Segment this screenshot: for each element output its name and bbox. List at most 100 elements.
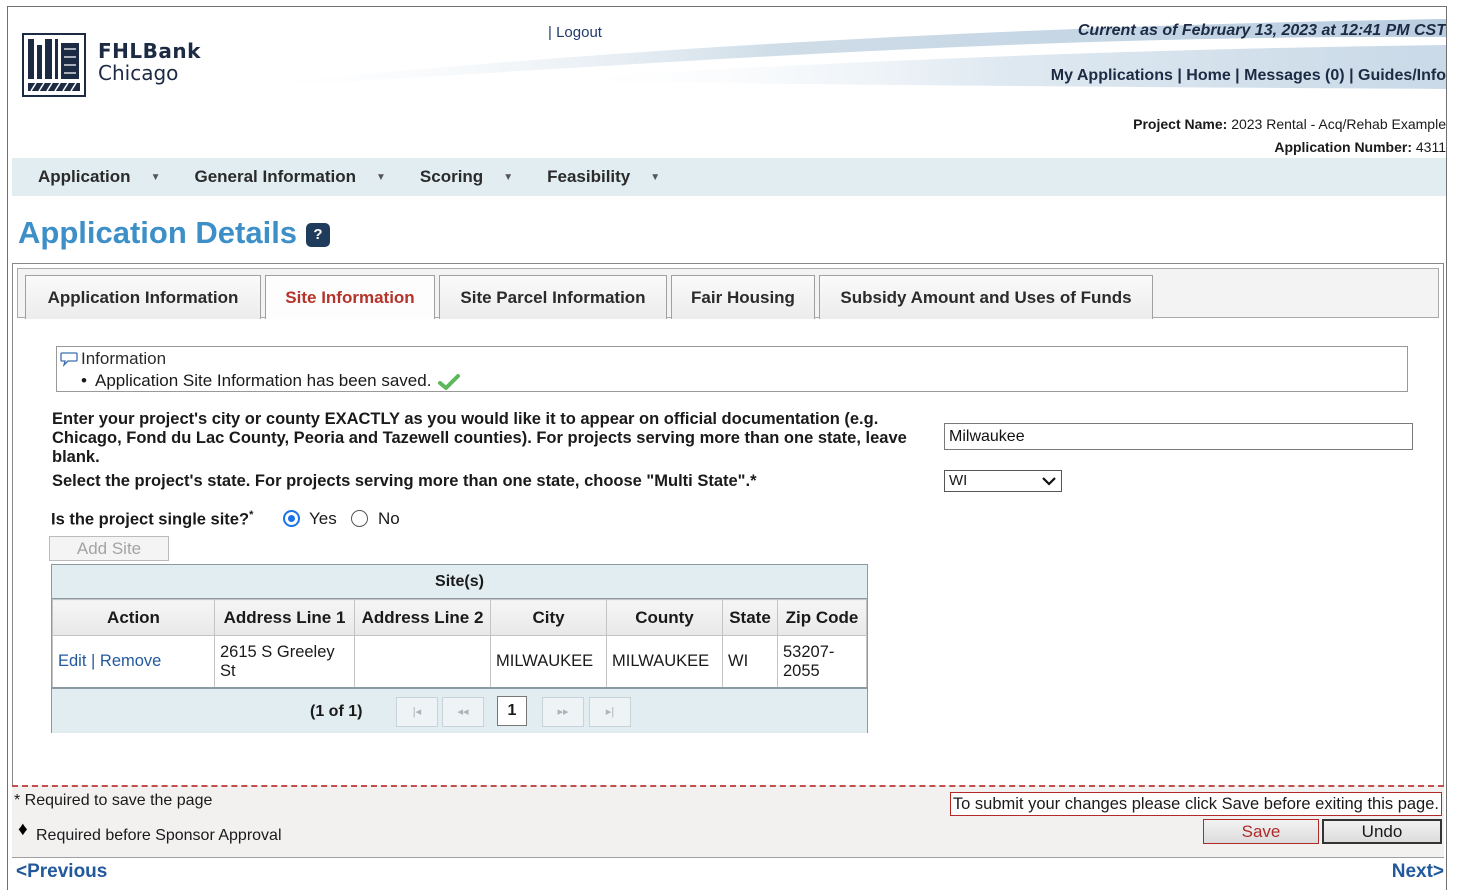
tab-site-parcel-information[interactable]: Site Parcel Information — [439, 275, 667, 319]
sites-table-container: Site(s) Action Address Line 1 Address Li… — [51, 564, 868, 733]
single-site-no-radio[interactable] — [351, 510, 368, 527]
project-name: Project Name: 2023 Rental - Acq/Rehab Ex… — [1133, 116, 1446, 132]
logout-link[interactable]: Logout — [556, 24, 602, 41]
tab-fair-housing[interactable]: Fair Housing — [671, 275, 815, 319]
state-select[interactable]: WI — [944, 470, 1062, 492]
remove-link[interactable]: Remove — [100, 652, 161, 670]
required-marker: * — [249, 509, 254, 521]
logout-area: | Logout — [548, 24, 602, 41]
column-header-state: State — [722, 599, 778, 636]
last-page-icon: ▸| — [589, 697, 631, 727]
menu-label: Scoring — [419, 167, 484, 186]
column-header-address-line-1: Address Line 1 — [214, 599, 355, 636]
brand-line2: Chicago — [98, 61, 179, 85]
yes-label: Yes — [309, 509, 337, 528]
previous-page-link[interactable]: <Previous — [16, 861, 107, 883]
menu-label: General Information — [194, 167, 356, 186]
caret-down-icon: ▼ — [503, 171, 514, 183]
undo-button[interactable]: Undo — [1322, 819, 1442, 844]
next-page-link[interactable]: Next> — [1392, 861, 1444, 883]
menu-application[interactable]: Application ▼ — [38, 167, 160, 187]
message-title: Information — [81, 349, 167, 368]
speech-bubble-icon — [60, 352, 78, 367]
no-label: No — [378, 509, 400, 528]
address-line-2-cell — [354, 635, 491, 688]
guides-info-link[interactable]: Guides/Info — [1358, 67, 1446, 84]
page-count: (1 of 1) — [310, 703, 363, 720]
home-link[interactable]: Home — [1186, 67, 1230, 84]
page-footer: * Required to save the page ♦ Required b… — [12, 785, 1444, 858]
tab-subsidy-amount[interactable]: Subsidy Amount and Uses of Funds — [819, 275, 1153, 319]
column-header-action: Action — [52, 599, 215, 636]
caret-down-icon: ▼ — [650, 171, 661, 183]
action-separator: | — [91, 652, 96, 670]
table-row: Edit | Remove 2615 S Greeley St MILWAUKE… — [52, 635, 867, 688]
top-nav-separator: | — [1349, 67, 1354, 84]
data-currency-timestamp: Current as of February 13, 2023 at 12:41… — [1077, 22, 1446, 39]
single-site-yes-radio[interactable] — [283, 510, 300, 527]
messages-link[interactable]: Messages (0) — [1244, 67, 1345, 84]
sites-table: Action Address Line 1 Address Line 2 Cit… — [52, 599, 867, 688]
save-button[interactable]: Save — [1203, 819, 1319, 844]
column-header-city: City — [490, 599, 607, 636]
project-name-value: 2023 Rental - Acq/Rehab Example — [1231, 116, 1446, 132]
main-menubar: Application ▼ General Information ▼ Scor… — [12, 158, 1446, 196]
next-page-icon: ▸▸ — [542, 697, 584, 727]
application-number-value: 4311 — [1415, 139, 1446, 155]
caret-down-icon: ▼ — [150, 171, 161, 183]
current-page-button[interactable]: 1 — [497, 696, 527, 726]
info-message-box: Information • Application Site Informati… — [56, 346, 1408, 392]
required-sponsor-approval-note: Required before Sponsor Approval — [36, 827, 282, 844]
tab-bar: Application Information Site Information… — [17, 268, 1439, 319]
single-site-question: Is the project single site? — [51, 510, 250, 529]
message-item: • Application Site Information has been … — [81, 371, 461, 391]
tab-site-information[interactable]: Site Information — [265, 275, 435, 319]
zip-code-cell: 53207-2055 — [777, 635, 867, 688]
city-input[interactable] — [944, 423, 1413, 450]
state-cell: WI — [722, 635, 778, 688]
city-field-label: Enter your project's city or county EXAC… — [52, 410, 907, 466]
menu-feasibility[interactable]: Feasibility ▼ — [547, 167, 660, 187]
application-window: FHLBank Chicago | Logout Current as of F… — [7, 6, 1447, 890]
logout-separator: | — [548, 24, 552, 41]
chevron-down-icon — [1042, 477, 1056, 486]
top-nav-separator: | — [1177, 67, 1182, 84]
column-header-zip-code: Zip Code — [777, 599, 867, 636]
edit-link[interactable]: Edit — [58, 652, 86, 670]
checkmark-icon — [438, 373, 461, 390]
application-number-label: Application Number: — [1274, 139, 1412, 155]
column-header-county: County — [606, 599, 723, 636]
brand-line1: FHLBank — [98, 39, 201, 63]
address-line-1-cell: 2615 S Greeley St — [214, 635, 355, 688]
tab-panel: Application Information Site Information… — [12, 263, 1444, 803]
help-icon[interactable]: ? — [306, 223, 330, 247]
message-text: Application Site Information has been sa… — [95, 371, 432, 390]
my-applications-link[interactable]: My Applications — [1051, 67, 1173, 84]
menu-scoring[interactable]: Scoring ▼ — [420, 167, 513, 187]
add-site-button: Add Site — [49, 536, 169, 561]
required-to-save-note: * Required to save the page — [14, 792, 213, 809]
column-header-address-line-2: Address Line 2 — [354, 599, 491, 636]
tab-application-information[interactable]: Application Information — [25, 275, 261, 319]
city-cell: MILWAUKEE — [490, 635, 607, 688]
sites-table-caption: Site(s) — [52, 565, 867, 599]
table-paginator: (1 of 1) |◂ ◂◂ 1 ▸▸ ▸| — [52, 687, 867, 733]
state-field-label: Select the project's state. For projects… — [52, 472, 757, 490]
county-cell: MILWAUKEE — [606, 635, 723, 688]
application-number: Application Number: 4311 — [1274, 139, 1446, 155]
bullet: • — [81, 371, 87, 390]
state-select-value: WI — [949, 472, 968, 489]
single-site-label: Is the project single site?* — [51, 509, 253, 530]
brand-name: FHLBank Chicago — [98, 40, 201, 84]
menu-general-information[interactable]: General Information ▼ — [194, 167, 385, 187]
menu-label: Application — [38, 167, 131, 186]
caret-down-icon: ▼ — [376, 171, 386, 183]
page-title: Application Details — [18, 215, 298, 250]
first-page-icon: |◂ — [396, 697, 438, 727]
top-nav-separator: | — [1235, 67, 1240, 84]
menu-label: Feasibility — [547, 167, 631, 186]
previous-page-icon: ◂◂ — [442, 697, 484, 727]
action-cell: Edit | Remove — [52, 635, 215, 688]
project-name-label: Project Name: — [1133, 116, 1228, 132]
submit-reminder: To submit your changes please click Save… — [949, 792, 1442, 816]
